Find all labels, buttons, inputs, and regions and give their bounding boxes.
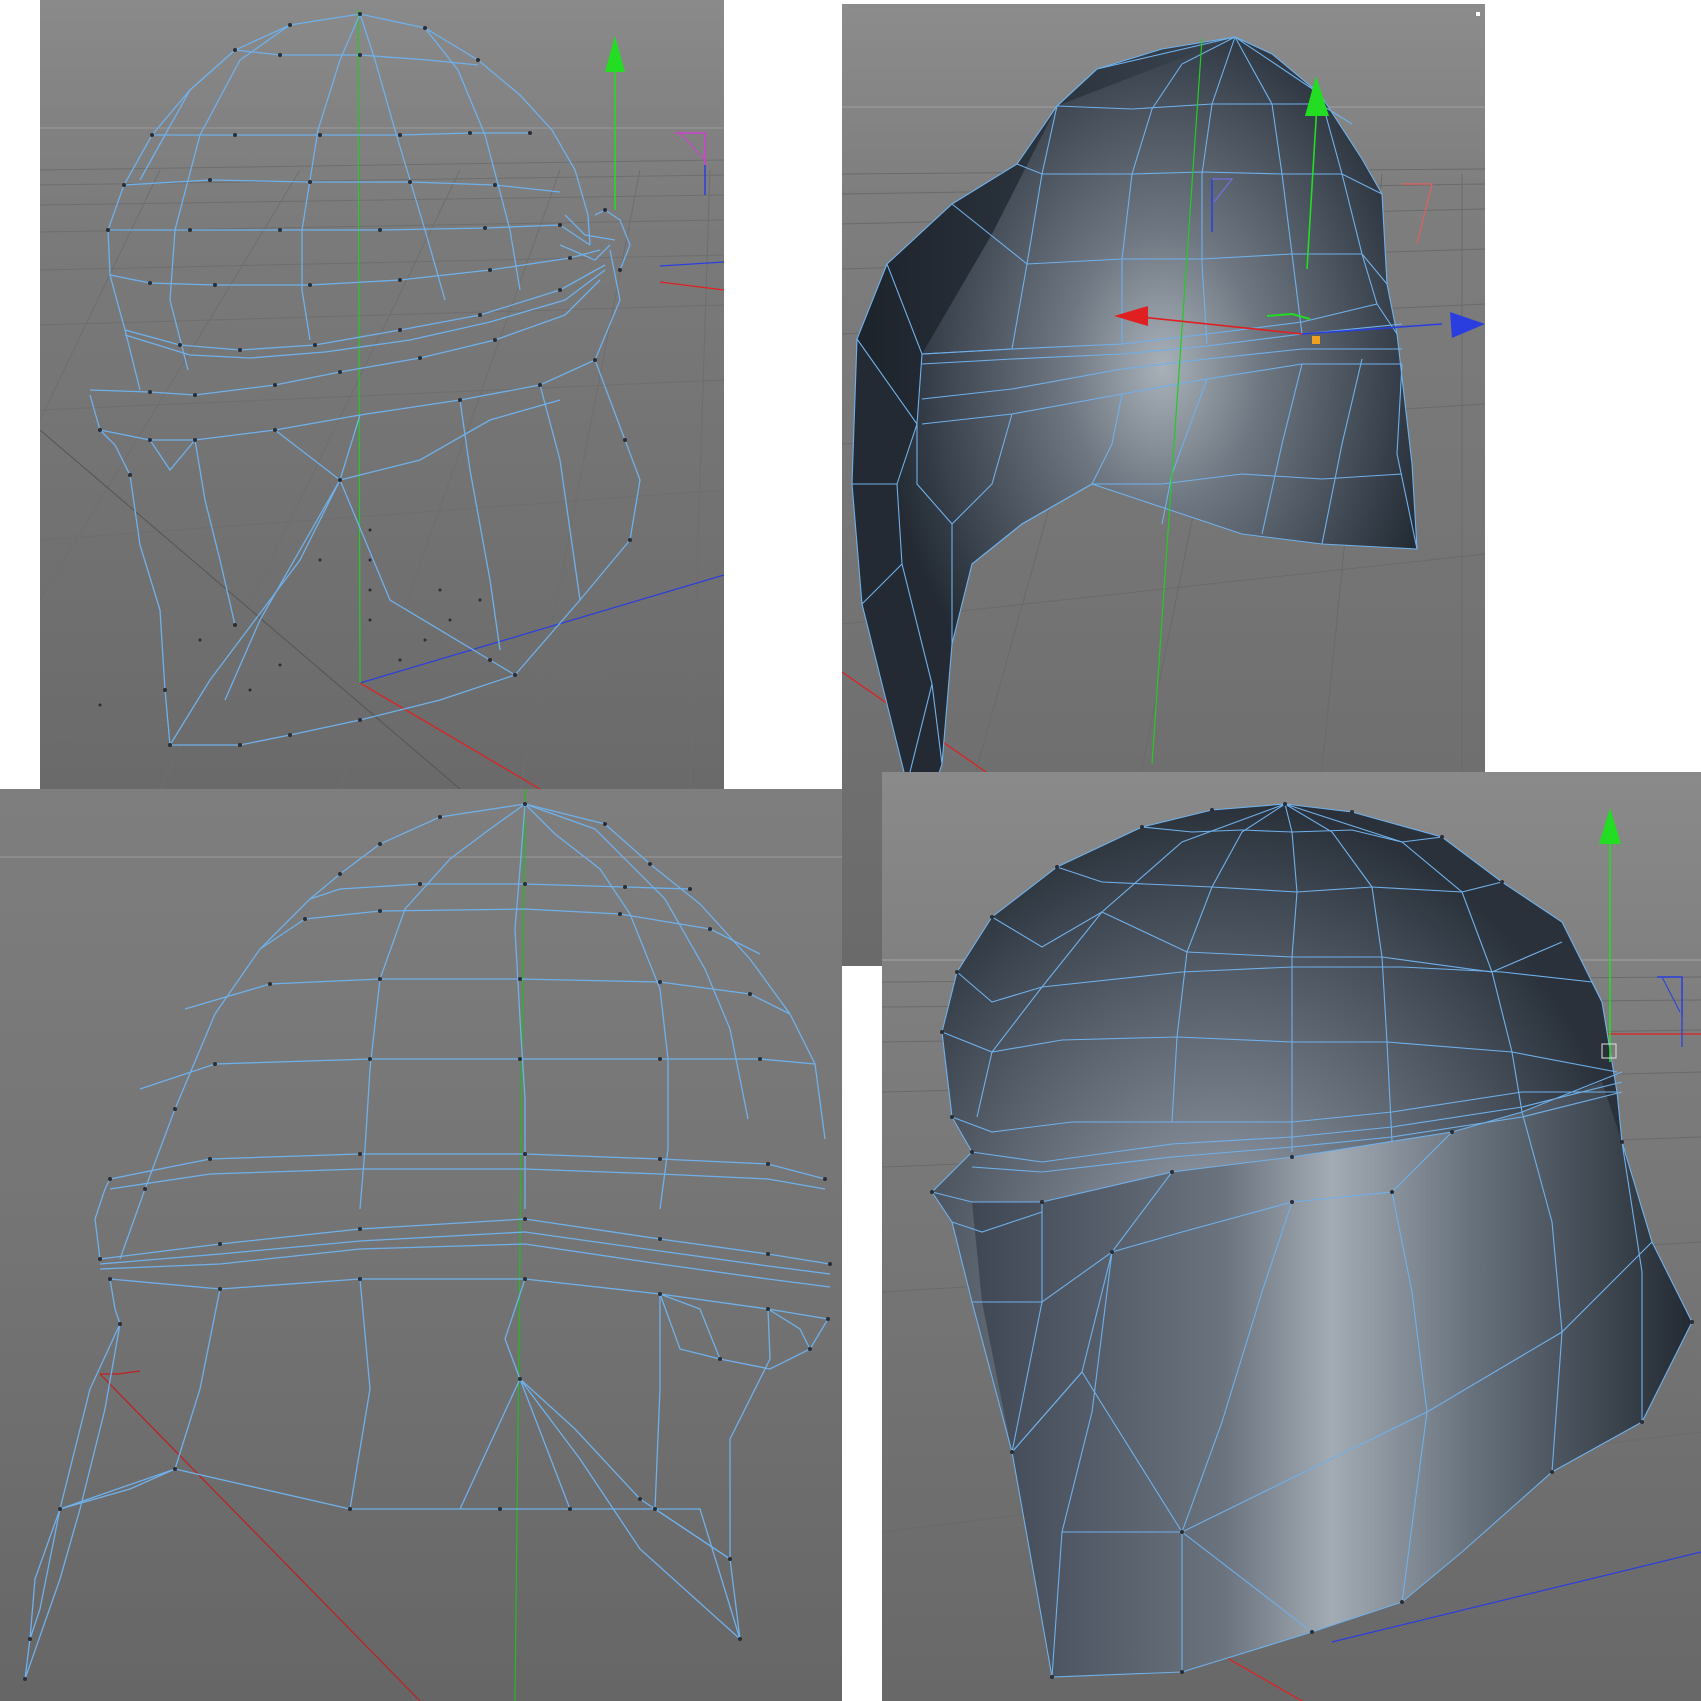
object-pivot-icon [1312,336,1320,344]
viewport-bottom-left-canvas[interactable] [0,789,842,1701]
viewport-bottom-right[interactable] [882,772,1701,1701]
viewport-top-left[interactable] [40,0,724,789]
viewport-bottom-left[interactable] [0,789,842,1701]
viewport-bottom-right-canvas[interactable] [882,772,1701,1701]
viewport-top-left-canvas[interactable] [40,0,724,789]
viewport-corner-marker [1476,12,1480,16]
viewport-background [0,789,842,1701]
